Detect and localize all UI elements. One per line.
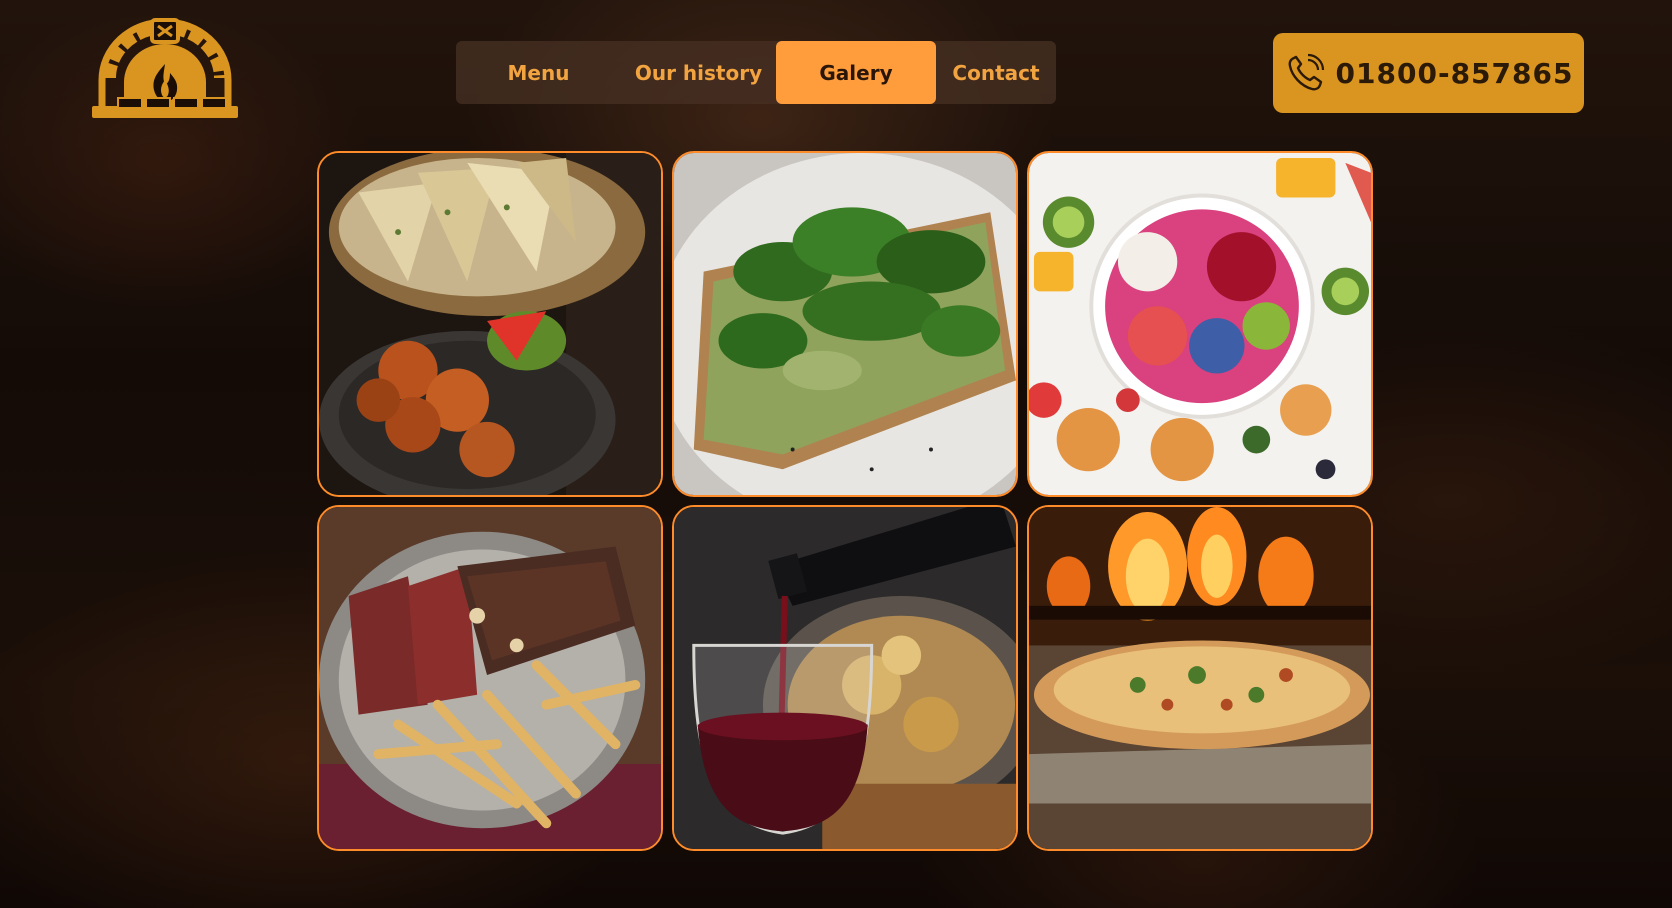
steak-fries-image bbox=[319, 507, 661, 849]
phone-icon bbox=[1284, 52, 1326, 94]
phone-number: 01800-857865 bbox=[1335, 56, 1574, 90]
main-nav: Menu Our history Galery Contact bbox=[456, 41, 1056, 104]
gallery-image-avocado-toast[interactable] bbox=[672, 151, 1018, 497]
brand-logo[interactable] bbox=[90, 18, 240, 120]
gallery-image-wood-fired-pizza[interactable] bbox=[1027, 505, 1373, 851]
naan-pakora-image bbox=[319, 153, 661, 495]
nav-item-contact[interactable]: Contact bbox=[936, 41, 1056, 104]
gallery-image-steak-fries[interactable] bbox=[317, 505, 663, 851]
phone-button[interactable]: 01800-857865 bbox=[1273, 33, 1584, 113]
wood-fired-pizza-image bbox=[1029, 507, 1371, 849]
avocado-toast-image bbox=[674, 153, 1016, 495]
gallery-image-smoothie-bowl[interactable] bbox=[1027, 151, 1373, 497]
nav-item-our-history[interactable]: Our history bbox=[621, 41, 776, 104]
nav-item-menu[interactable]: Menu bbox=[456, 41, 621, 104]
smoothie-bowl-image bbox=[1029, 153, 1371, 495]
wine-pour-image bbox=[674, 507, 1016, 849]
gallery-image-naan-pakora[interactable] bbox=[317, 151, 663, 497]
photo-gallery bbox=[317, 151, 1373, 853]
page: Menu Our history Galery Contact 01800-85… bbox=[0, 0, 1672, 908]
oven-logo-icon bbox=[92, 18, 238, 118]
nav-item-galery[interactable]: Galery bbox=[776, 41, 936, 104]
gallery-image-wine-pour[interactable] bbox=[672, 505, 1018, 851]
